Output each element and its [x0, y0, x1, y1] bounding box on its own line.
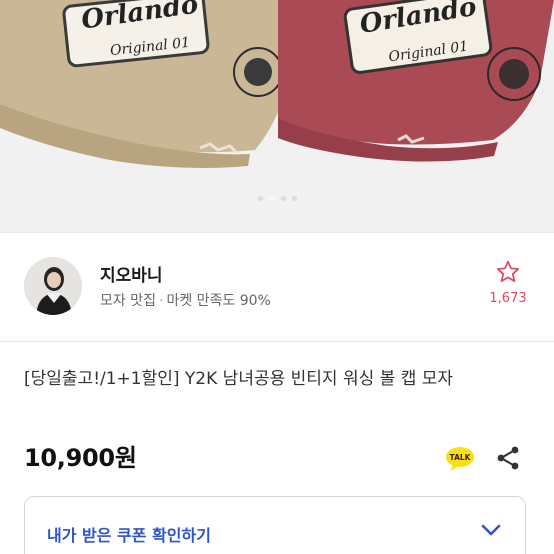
cap-left-image: Orlando Original 01 — [0, 0, 300, 168]
carousel-indicator — [0, 196, 554, 202]
product-image-carousel[interactable]: Orlando Original 01 Orlando Original 01 — [0, 0, 554, 232]
product-title: [당일출고!/1+1할인] Y2K 남녀공용 빈티지 워싱 볼 캡 모자 — [24, 369, 454, 389]
talk-icon: TALK — [446, 447, 474, 471]
share-icon — [497, 446, 519, 470]
coupon-check-button[interactable]: 내가 받은 쿠폰 확인하기 — [24, 496, 526, 554]
seller-avatar[interactable] — [24, 257, 82, 315]
seller-name[interactable]: 지오바니 — [100, 261, 163, 286]
product-price: 10,900원 — [24, 444, 137, 472]
favorite-button[interactable]: 1,673 — [488, 259, 528, 306]
seller-satisfaction: 마켓 만족도 90% — [166, 293, 271, 309]
carousel-dot[interactable] — [291, 196, 297, 201]
chevron-down-icon — [481, 524, 501, 536]
favorite-count: 1,673 — [489, 291, 527, 306]
seller-category: 모자 맛집 — [100, 293, 156, 309]
divider — [0, 341, 554, 342]
seller-subinfo: 모자 맛집 · 마켓 만족도 90% — [100, 290, 271, 310]
carousel-dot-active[interactable] — [268, 196, 275, 202]
star-icon — [496, 260, 520, 282]
coupon-label: 내가 받은 쿠폰 확인하기 — [47, 526, 211, 545]
separator-dot: · — [158, 293, 164, 309]
carousel-dot[interactable] — [257, 196, 263, 201]
kakao-talk-button[interactable]: TALK — [445, 446, 475, 472]
share-button[interactable] — [496, 445, 520, 471]
seller-info[interactable]: 지오바니 모자 맛집 · 마켓 만족도 90% 1,673 — [0, 233, 554, 341]
talk-icon-label: TALK — [450, 453, 472, 462]
cap-right-image: Orlando Original 01 — [278, 0, 554, 162]
carousel-dot[interactable] — [280, 196, 286, 201]
